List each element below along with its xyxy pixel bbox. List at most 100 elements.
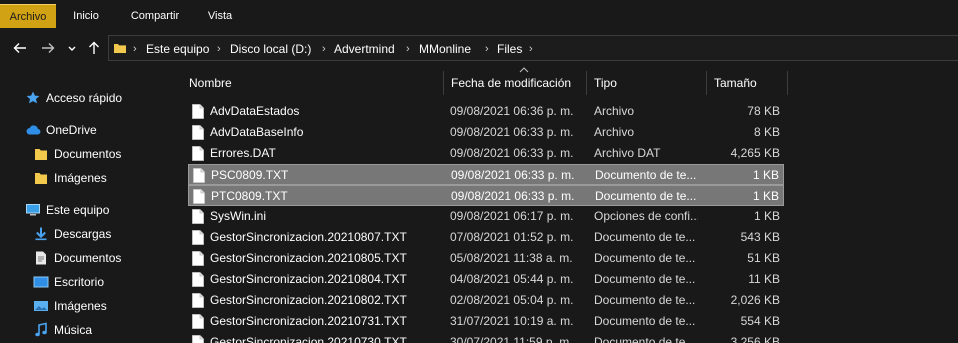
- up-button[interactable]: [86, 40, 102, 56]
- file-icon: [192, 293, 204, 308]
- column-divider[interactable]: [443, 71, 444, 95]
- breadcrumb-separator[interactable]: ›: [529, 41, 533, 57]
- breadcrumb-disco-local[interactable]: Disco local (D:): [230, 41, 311, 57]
- column-header-size[interactable]: Tamaño: [714, 71, 757, 95]
- sidebar-item-label: OneDrive: [46, 123, 97, 137]
- file-date-modified: 09/08/2021 06:33 p. m.: [451, 189, 575, 203]
- file-date-modified: 04/08/2021 05:44 p. m.: [450, 272, 574, 286]
- file-size: 2,026 KB: [730, 293, 780, 307]
- file-date-modified: 05/08/2021 11:38 a. m.: [450, 251, 573, 265]
- breadcrumb-mmonline[interactable]: MMonline: [419, 41, 471, 57]
- sidebar-item-label: Música: [54, 323, 93, 337]
- file-icon: [192, 251, 204, 266]
- arrow-up-icon: [89, 41, 99, 54]
- file-icon: [192, 209, 204, 224]
- file-row[interactable]: GestorSincronizacion.20210731.TXT 31/07/2…: [188, 311, 784, 332]
- folder-icon: [114, 44, 126, 53]
- tab-inicio[interactable]: Inicio: [64, 4, 108, 28]
- tab-vista[interactable]: Vista: [200, 4, 240, 28]
- file-size: 78 KB: [747, 104, 780, 118]
- file-type: Archivo: [594, 104, 635, 118]
- file-date-modified: 09/08/2021 06:33 p. m.: [450, 125, 574, 139]
- arrow-right-icon: [42, 43, 55, 53]
- breadcrumb-separator[interactable]: ›: [322, 41, 326, 57]
- file-type: Documento de te...: [595, 168, 697, 182]
- forward-button[interactable]: [40, 40, 56, 56]
- file-date-modified: 09/08/2021 06:33 p. m.: [450, 146, 574, 160]
- column-divider[interactable]: [586, 71, 587, 95]
- sidebar-item-label: Documentos: [54, 147, 122, 161]
- desktop-icon: [33, 276, 49, 288]
- arrow-left-icon: [13, 43, 26, 53]
- file-row[interactable]: GestorSincronizacion.20210730.TXT 30/07/2…: [188, 332, 784, 343]
- ribbon: Archivo Inicio Compartir Vista: [0, 0, 958, 32]
- file-list: Nombre Fecha de modificación Tipo Tamaño…: [171, 64, 958, 343]
- column-header-name[interactable]: Nombre: [189, 71, 232, 95]
- file-row[interactable]: GestorSincronizacion.20210805.TXT 05/08/2…: [188, 248, 784, 269]
- file-date-modified: 09/08/2021 06:36 p. m.: [450, 104, 574, 118]
- file-type: Documento de te...: [594, 272, 696, 286]
- breadcrumb-separator[interactable]: ›: [406, 41, 410, 57]
- column-divider[interactable]: [787, 71, 788, 95]
- documents-icon: [36, 251, 46, 265]
- file-size: 4,265 KB: [730, 146, 780, 160]
- file-row[interactable]: GestorSincronizacion.20210802.TXT 02/08/2…: [188, 290, 784, 311]
- star-icon: [26, 91, 40, 104]
- file-row[interactable]: Errores.DAT 09/08/2021 06:33 p. m. Archivo…: [188, 143, 784, 164]
- address-bar[interactable]: › Este equipo › Disco local (D:) › Adver…: [108, 35, 958, 61]
- folder-icon: [35, 149, 47, 160]
- pictures-icon: [34, 301, 48, 311]
- column-divider[interactable]: [706, 71, 707, 95]
- sidebar-item-label: Imágenes: [54, 171, 107, 185]
- file-date-modified: 02/08/2021 05:04 p. m.: [450, 293, 574, 307]
- file-size: 3,256 KB: [730, 335, 780, 343]
- breadcrumb-separator[interactable]: ›: [217, 41, 221, 57]
- file-size: 1 KB: [753, 209, 780, 223]
- file-type: Documento de te...: [594, 251, 696, 265]
- sidebar-item-label: Este equipo: [46, 203, 110, 217]
- breadcrumb-files[interactable]: Files: [497, 41, 522, 57]
- file-date-modified: 09/08/2021 06:17 p. m.: [450, 209, 574, 223]
- file-icon: [192, 146, 204, 161]
- file-row[interactable]: PTC0809.TXT 09/08/2021 06:33 p. m. Documen…: [188, 185, 784, 206]
- breadcrumb-advertmind[interactable]: Advertmind: [334, 41, 395, 57]
- file-row[interactable]: SysWin.ini 09/08/2021 06:17 p. m. Opciones…: [188, 206, 784, 227]
- file-icon: [192, 230, 204, 245]
- file-icon: [193, 189, 205, 204]
- file-name: GestorSincronizacion.20210805.TXT: [210, 251, 407, 265]
- file-name: AdvDataEstados: [210, 104, 300, 118]
- breadcrumb-separator[interactable]: ›: [485, 41, 489, 57]
- file-row[interactable]: GestorSincronizacion.20210804.TXT 04/08/2…: [188, 269, 784, 290]
- chevron-down-icon: [68, 46, 76, 51]
- file-row[interactable]: AdvDataEstados 09/08/2021 06:36 p. m. Arch…: [188, 101, 784, 122]
- sidebar-item-label: Documentos: [54, 251, 122, 265]
- computer-icon: [26, 204, 40, 216]
- music-icon: [35, 322, 47, 337]
- column-header-type[interactable]: Tipo: [594, 71, 617, 95]
- file-size: 554 KB: [740, 314, 780, 328]
- column-headers: Nombre Fecha de modificación Tipo Tamaño: [181, 67, 958, 95]
- back-button[interactable]: [12, 40, 28, 56]
- file-name: GestorSincronizacion.20210731.TXT: [210, 314, 407, 328]
- column-header-date[interactable]: Fecha de modificación: [451, 71, 571, 95]
- breadcrumb-este-equipo[interactable]: Este equipo: [146, 41, 209, 57]
- file-date-modified: 31/07/2021 10:19 a. m.: [450, 314, 574, 328]
- tab-archivo[interactable]: Archivo: [0, 4, 56, 28]
- file-type: Archivo: [594, 125, 635, 139]
- file-row[interactable]: AdvDataBaseInfo 09/08/2021 06:33 p. m. Arc…: [188, 122, 784, 143]
- file-size: 1 KB: [752, 168, 779, 182]
- file-name: GestorSincronizacion.20210730.TXT: [210, 335, 407, 343]
- tab-compartir[interactable]: Compartir: [118, 4, 192, 28]
- file-date-modified: 30/07/2021 11:59 p. m.: [450, 335, 573, 343]
- file-name: GestorSincronizacion.20210802.TXT: [210, 293, 407, 307]
- file-row[interactable]: PSC0809.TXT 09/08/2021 06:33 p. m. Documen…: [188, 164, 784, 185]
- navigation-pane: Acceso rápido OneDrive Documentos Imágen…: [0, 64, 171, 343]
- breadcrumb-separator[interactable]: ›: [133, 41, 137, 57]
- file-row[interactable]: GestorSincronizacion.20210807.TXT 07/08/2…: [188, 227, 784, 248]
- file-size: 1 KB: [752, 189, 779, 203]
- file-type: Documento de te...: [594, 230, 696, 244]
- file-type: Documento de te...: [594, 314, 696, 328]
- recent-locations-button[interactable]: [66, 40, 78, 56]
- file-icon: [192, 314, 204, 329]
- file-icon: [192, 104, 204, 119]
